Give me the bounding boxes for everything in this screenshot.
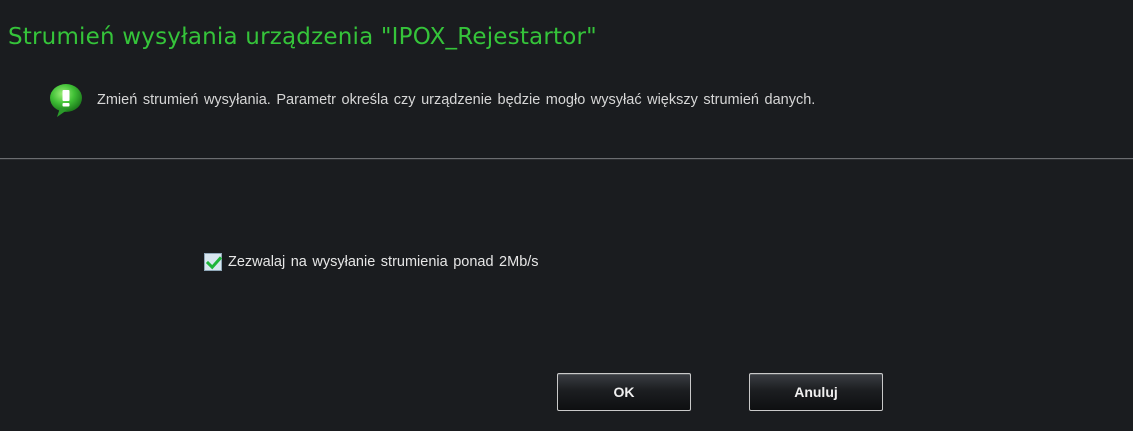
ok-button[interactable]: OK [557, 373, 691, 411]
allow-high-stream-option[interactable]: Zezwalaj na wysyłanie strumienia ponad 2… [204, 253, 539, 271]
info-bubble-icon [46, 80, 86, 120]
dialog-title: Strumień wysyłania urządzenia "IPOX_Reje… [8, 24, 597, 50]
info-description: Zmień strumień wysyłania. Parametr okreś… [97, 92, 816, 108]
divider-shadow [0, 159, 1133, 160]
checkmark-icon [205, 256, 223, 270]
cancel-button[interactable]: Anuluj [749, 373, 883, 411]
allow-high-stream-checkbox[interactable] [204, 253, 223, 271]
stream-settings-dialog: Strumień wysyłania urządzenia "IPOX_Reje… [0, 0, 1133, 431]
allow-high-stream-label[interactable]: Zezwalaj na wysyłanie strumienia ponad 2… [228, 254, 539, 270]
